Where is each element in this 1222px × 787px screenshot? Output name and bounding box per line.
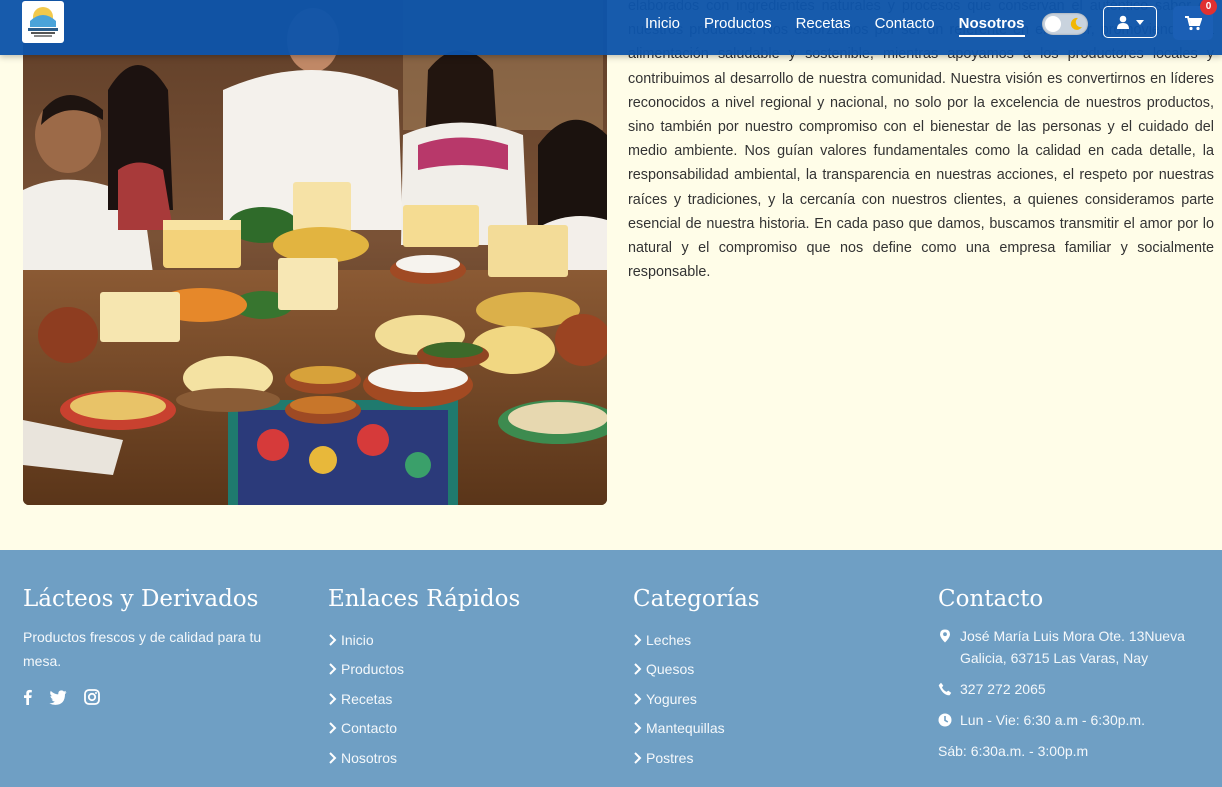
- user-icon: [1117, 15, 1129, 29]
- footer-brand-column: Lácteos y Derivados Productos frescos y …: [23, 586, 293, 705]
- footer-categories-column: Categorías Leches Quesos Yogures Mantequ…: [633, 586, 760, 773]
- phone-icon: [938, 682, 952, 696]
- category-link-postres[interactable]: Postres: [633, 743, 760, 773]
- map-pin-icon: [940, 629, 950, 643]
- category-link-mantequillas[interactable]: Mantequillas: [633, 714, 760, 744]
- category-link-label: Leches: [646, 631, 692, 648]
- footer-link-label: Inicio: [341, 631, 374, 648]
- brand-logo[interactable]: [22, 1, 64, 43]
- category-link-label: Quesos: [646, 661, 695, 678]
- footer-link-contacto[interactable]: Contacto: [328, 714, 520, 744]
- quick-links-title: Enlaces Rápidos: [328, 586, 521, 612]
- footer-link-inicio[interactable]: Inicio: [328, 625, 520, 655]
- nav-link-recetas[interactable]: Recetas: [796, 15, 851, 32]
- nav-menu: Inicio Productos Recetas Contacto Nosotr…: [633, 0, 1037, 46]
- chevron-right-icon: [634, 634, 642, 646]
- caret-down-icon: [1136, 19, 1144, 25]
- cart-icon: [1184, 15, 1202, 30]
- contact-hours-weekday: Lun - Vie: 6:30 a.m - 6:30p.m.: [938, 709, 1208, 731]
- footer-quick-links-column: Enlaces Rápidos Inicio Productos Recetas…: [328, 586, 520, 773]
- footer-contact-column: Contacto José María Luis Mora Ote. 13Nue…: [938, 586, 1208, 771]
- category-link-label: Yogures: [646, 690, 697, 707]
- chevron-right-icon: [329, 722, 337, 734]
- family-cheese-photo: [23, 0, 607, 505]
- moon-icon: [1070, 17, 1082, 30]
- footer-link-nosotros[interactable]: Nosotros: [328, 743, 520, 773]
- chevron-right-icon: [329, 693, 337, 705]
- chevron-right-icon: [329, 634, 337, 646]
- chevron-right-icon: [634, 663, 642, 675]
- theme-toggle[interactable]: [1042, 13, 1088, 35]
- chevron-right-icon: [329, 752, 337, 764]
- facebook-icon[interactable]: [23, 689, 32, 705]
- contact-hours-saturday: Sáb: 6:30a.m. - 3:00p.m: [938, 740, 1208, 762]
- contact-phone: 327 272 2065: [938, 678, 1208, 700]
- navbar: Inicio Productos Recetas Contacto Nosotr…: [0, 0, 1222, 55]
- category-link-yogures[interactable]: Yogures: [633, 684, 760, 714]
- footer-link-label: Productos: [341, 661, 405, 678]
- cart-count-badge: 0: [1200, 0, 1217, 15]
- nav-link-nosotros[interactable]: Nosotros: [958, 15, 1025, 37]
- instagram-icon[interactable]: [84, 689, 100, 705]
- user-menu-button[interactable]: [1103, 6, 1157, 38]
- nav-link-inicio[interactable]: Inicio: [645, 15, 680, 32]
- contact-address: José María Luis Mora Ote. 13Nueva Galici…: [938, 625, 1208, 669]
- nav-link-contacto[interactable]: Contacto: [875, 15, 935, 32]
- chevron-right-icon: [329, 663, 337, 675]
- contact-title: Contacto: [938, 586, 1044, 612]
- category-link-label: Mantequillas: [646, 720, 725, 737]
- about-section: elaborados con ingredientes naturales y …: [0, 0, 1222, 550]
- phone-text: 327 272 2065: [960, 681, 1046, 697]
- footer-link-recetas[interactable]: Recetas: [328, 684, 520, 714]
- category-link-leches[interactable]: Leches: [633, 625, 760, 655]
- chevron-right-icon: [634, 752, 642, 764]
- hours-weekday-text: Lun - Vie: 6:30 a.m - 6:30p.m.: [960, 712, 1145, 728]
- nav-link-productos[interactable]: Productos: [704, 15, 772, 32]
- address-text: José María Luis Mora Ote. 13Nueva Galici…: [960, 628, 1185, 666]
- clock-icon: [938, 713, 952, 727]
- footer-link-label: Nosotros: [341, 749, 398, 766]
- categories-title: Categorías: [633, 586, 760, 612]
- social-links: [23, 689, 293, 705]
- footer-brand-title: Lácteos y Derivados: [23, 586, 259, 612]
- chevron-right-icon: [634, 722, 642, 734]
- footer: Lácteos y Derivados Productos frescos y …: [0, 550, 1222, 787]
- footer-link-productos[interactable]: Productos: [328, 655, 520, 685]
- chevron-right-icon: [634, 693, 642, 705]
- footer-link-label: Contacto: [341, 720, 398, 737]
- footer-tagline: Productos frescos y de calidad para tu m…: [23, 629, 262, 669]
- toggle-knob: [1045, 16, 1061, 32]
- category-link-label: Postres: [646, 749, 694, 766]
- cart-button[interactable]: 0: [1173, 0, 1217, 40]
- category-link-quesos[interactable]: Quesos: [633, 655, 760, 685]
- hours-saturday-text: Sáb: 6:30a.m. - 3:00p.m: [938, 743, 1089, 759]
- twitter-icon[interactable]: [49, 689, 67, 705]
- footer-link-label: Recetas: [341, 690, 393, 707]
